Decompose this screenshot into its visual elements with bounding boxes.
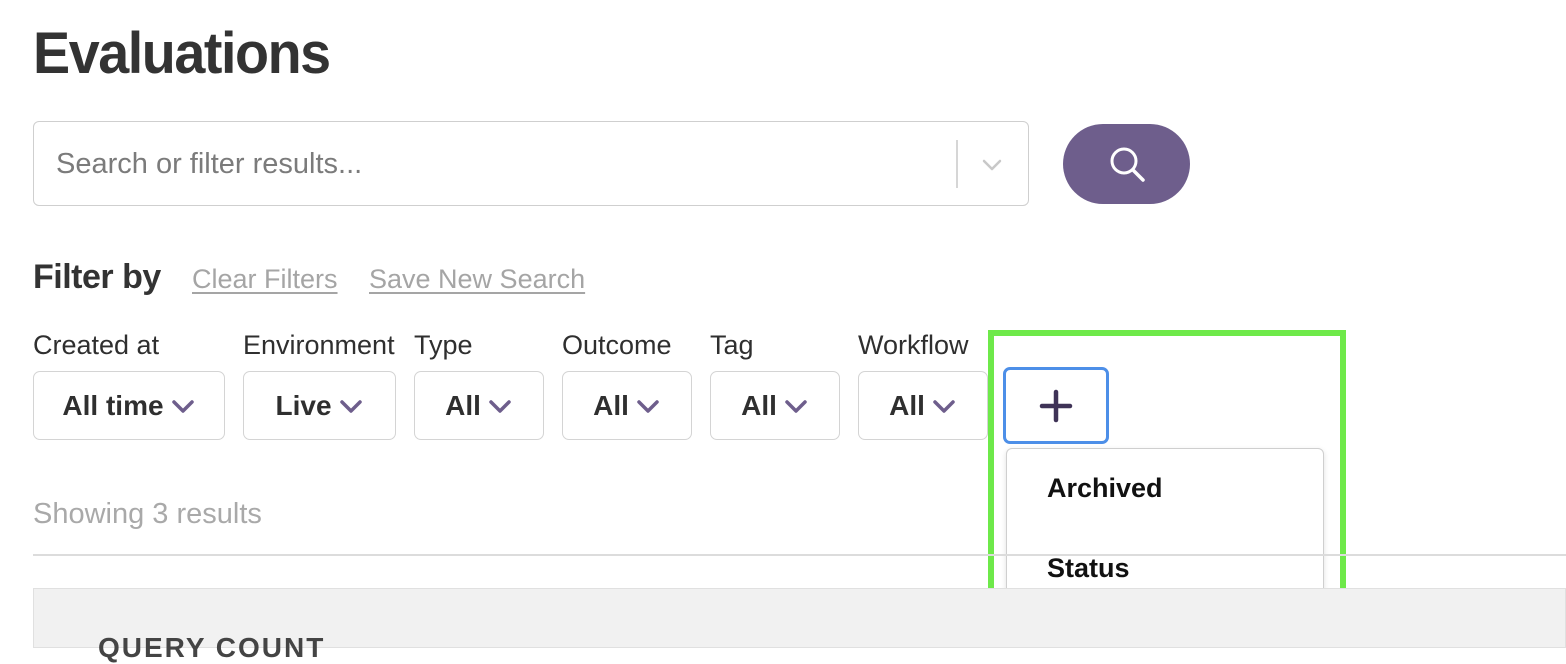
filter-value: All [445,389,481,421]
chevron-down-icon[interactable] [980,153,1004,177]
divider [33,554,1566,556]
search-icon [1110,147,1145,182]
filter-dropdown-environment[interactable]: Live [243,371,396,440]
search-box[interactable] [33,121,1029,206]
column-header: QUERY COUNT [98,632,326,663]
chevron-down-icon [171,400,194,413]
search-divider [956,140,958,188]
clear-filters-link[interactable]: Clear Filters [192,264,338,295]
filter-label-outcome: Outcome [562,330,672,360]
menu-item-archived[interactable]: Archived [1047,473,1163,504]
chevron-down-icon [785,400,807,413]
filter-label-workflow: Workflow [858,330,969,360]
filter-by-heading: Filter by [33,258,161,296]
filter-dropdown-tag[interactable]: All [710,371,840,440]
page-title: Evaluations [33,21,331,86]
filter-label-type: Type [414,330,473,360]
chevron-down-icon [489,400,511,413]
filter-dropdown-type[interactable]: All [414,371,544,440]
menu-item-status[interactable]: Status [1047,553,1130,584]
chevron-down-icon [339,400,362,413]
save-new-search-link[interactable]: Save New Search [369,264,585,295]
chevron-down-icon [637,400,659,413]
filter-label-created-at: Created at [33,330,160,360]
filter-label-tag: Tag [710,330,754,360]
add-filter-button[interactable] [1003,367,1109,444]
filter-label-environment: Environment [243,330,395,360]
add-filter-menu: Archived Status [1006,448,1324,608]
filter-dropdown-created-at[interactable]: All time [33,371,225,440]
filter-value: Live [275,389,332,421]
filter-dropdown-outcome[interactable]: All [562,371,692,440]
filter-value: All [593,389,629,421]
results-count: Showing 3 results [33,498,262,530]
filter-value: All [889,389,925,421]
plus-icon [1039,389,1073,422]
search-button[interactable] [1063,124,1190,204]
filter-dropdown-workflow[interactable]: All [858,371,988,440]
search-input[interactable] [54,122,938,206]
chevron-down-icon [933,400,955,413]
filter-value: All time [62,389,164,421]
filter-value: All [741,389,777,421]
